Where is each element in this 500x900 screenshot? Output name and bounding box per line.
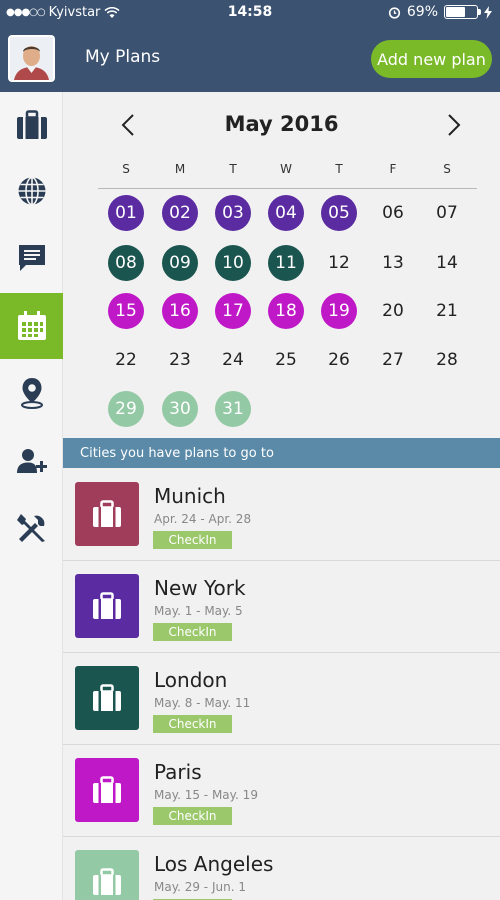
status-right: 69% xyxy=(388,4,492,20)
calendar-day[interactable]: 21 xyxy=(429,293,465,329)
sidebar xyxy=(0,92,63,900)
header: ●●●○○ Kyivstar 14:58 69% My Plans Add ne… xyxy=(0,0,500,92)
checkin-button[interactable]: CheckIn xyxy=(153,623,232,641)
sidebar-item-settings[interactable] xyxy=(0,495,63,561)
calendar-day[interactable]: 30 xyxy=(162,391,198,427)
calendar-day[interactable]: 28 xyxy=(429,342,465,378)
calendar-day[interactable]: 16 xyxy=(162,293,198,329)
weekday-label: M xyxy=(174,162,186,176)
next-month-button[interactable] xyxy=(439,110,469,140)
calendar-day[interactable]: 20 xyxy=(375,293,411,329)
globe-icon xyxy=(18,176,45,206)
city-suitcase-icon xyxy=(75,666,139,730)
weekday-label: T xyxy=(335,162,343,176)
user-photo xyxy=(10,37,53,80)
sidebar-item-calendar[interactable] xyxy=(0,293,63,359)
calendar-day[interactable]: 03 xyxy=(215,195,251,231)
calendar-day[interactable]: 02 xyxy=(162,195,198,231)
calendar-day[interactable]: 15 xyxy=(108,293,144,329)
checkin-button[interactable]: CheckIn xyxy=(153,531,232,549)
calendar-day[interactable]: 22 xyxy=(108,342,144,378)
cities-header: Cities you have plans to go to xyxy=(63,438,500,468)
sidebar-item-trips[interactable] xyxy=(0,92,63,158)
city-dates: May. 8 - May. 11 xyxy=(154,696,251,710)
month-label: May 2016 xyxy=(224,112,339,136)
city-dates: May. 15 - May. 19 xyxy=(154,788,258,802)
calendar-day[interactable]: 24 xyxy=(215,342,251,378)
city-suitcase-icon xyxy=(75,758,139,822)
chevron-right-icon xyxy=(448,114,461,136)
calendar-day[interactable]: 10 xyxy=(215,245,251,281)
battery-percent: 69% xyxy=(406,4,438,20)
city-item[interactable]: London May. 8 - May. 11 CheckIn xyxy=(63,653,500,745)
checkin-button[interactable]: CheckIn xyxy=(153,715,232,733)
weekday-label: W xyxy=(280,162,292,176)
city-item[interactable]: Munich Apr. 24 - Apr. 28 CheckIn xyxy=(63,469,500,561)
calendar-day[interactable]: 06 xyxy=(375,195,411,231)
calendar-day[interactable]: 11 xyxy=(268,245,304,281)
calendar-day[interactable]: 27 xyxy=(375,342,411,378)
city-suitcase-icon xyxy=(75,482,139,546)
calendar-day[interactable]: 23 xyxy=(162,342,198,378)
status-bar: ●●●○○ Kyivstar 14:58 69% xyxy=(0,0,500,26)
add-user-icon xyxy=(16,449,47,473)
suitcase-icon xyxy=(16,110,47,139)
calendar-icon xyxy=(17,311,46,340)
city-name: Los Angeles xyxy=(154,852,274,876)
calendar: May 2016 S M T W T F S 01 02 03 04 05 06 07 08 09 10 11 1… xyxy=(63,92,500,438)
calendar-day[interactable]: 14 xyxy=(429,245,465,281)
city-name: Munich xyxy=(154,484,226,508)
city-name: New York xyxy=(154,576,246,600)
tools-icon xyxy=(16,514,45,542)
city-dates: May. 29 - Jun. 1 xyxy=(154,880,246,894)
app: ●●●○○ Kyivstar 14:58 69% My Plans Add ne… xyxy=(0,0,500,900)
calendar-day[interactable]: 25 xyxy=(268,342,304,378)
city-item[interactable]: Los AngelesMay. 29 - Jun. 1CheckIn xyxy=(63,837,500,900)
location-pin-icon xyxy=(20,378,43,409)
city-suitcase-icon xyxy=(75,850,139,900)
calendar-day[interactable]: 08 xyxy=(108,245,144,281)
calendar-day[interactable]: 26 xyxy=(321,342,357,378)
calendar-day[interactable]: 09 xyxy=(162,245,198,281)
weekday-label: T xyxy=(229,162,237,176)
city-name: Paris xyxy=(154,760,202,784)
calendar-day[interactable]: 04 xyxy=(268,195,304,231)
calendar-day[interactable]: 12 xyxy=(321,245,357,281)
city-item[interactable]: Paris May. 15 - May. 19 CheckIn xyxy=(63,745,500,837)
alarm-icon xyxy=(388,6,400,19)
chat-icon xyxy=(18,245,45,271)
city-name: London xyxy=(154,668,228,692)
calendar-day[interactable]: 07 xyxy=(429,195,465,231)
battery-icon xyxy=(444,5,481,19)
city-dates: May. 1 - May. 5 xyxy=(154,604,243,618)
weekday-label: S xyxy=(122,162,130,176)
weekday-label: F xyxy=(389,162,397,176)
calendar-day[interactable]: 31 xyxy=(215,391,251,427)
calendar-day[interactable]: 05 xyxy=(321,195,357,231)
calendar-day[interactable]: 01 xyxy=(108,195,144,231)
charging-icon xyxy=(484,5,492,19)
calendar-day[interactable]: 18 xyxy=(268,293,304,329)
calendar-divider xyxy=(98,188,477,189)
city-suitcase-icon xyxy=(75,574,139,638)
sidebar-item-world[interactable] xyxy=(0,158,63,224)
weekday-label: S xyxy=(443,162,451,176)
calendar-day[interactable]: 29 xyxy=(108,391,144,427)
calendar-day[interactable]: 19 xyxy=(321,293,357,329)
sidebar-item-locations[interactable] xyxy=(0,360,63,426)
sidebar-item-add-friend[interactable] xyxy=(0,428,63,494)
calendar-day[interactable]: 13 xyxy=(375,245,411,281)
calendar-day[interactable]: 17 xyxy=(215,293,251,329)
city-dates: Apr. 24 - Apr. 28 xyxy=(154,512,252,526)
page-title: My Plans xyxy=(85,47,161,67)
sidebar-item-messages[interactable] xyxy=(0,225,63,291)
city-item[interactable]: New York May. 1 - May. 5 CheckIn xyxy=(63,561,500,653)
add-new-plan-button[interactable]: Add new plan xyxy=(371,40,492,78)
checkin-button[interactable]: CheckIn xyxy=(153,807,232,825)
avatar[interactable] xyxy=(8,35,55,82)
